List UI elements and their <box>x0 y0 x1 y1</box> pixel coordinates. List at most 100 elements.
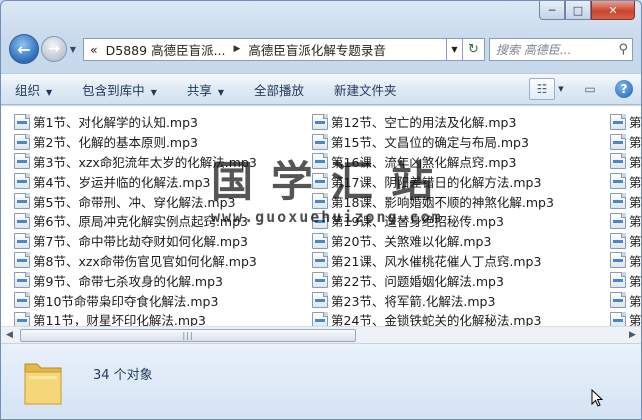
play-all-button[interactable]: 全部播放 <box>254 80 304 99</box>
file-item[interactable]: 第10节命带枭印夺食化解法.mp3 <box>14 290 257 310</box>
view-options-dropdown[interactable]: ▼ <box>555 78 567 100</box>
change-view-button[interactable]: ☷ <box>529 78 555 100</box>
close-button[interactable]: ✕ <box>591 1 635 20</box>
file-item[interactable]: 第18课、影响婚姻不顺的神煞化解.mp3 <box>312 191 554 211</box>
help-button[interactable]: ? <box>615 80 633 98</box>
file-item[interactable]: 第 <box>610 152 641 172</box>
new-folder-button[interactable]: 新建文件夹 <box>334 80 397 99</box>
file-name: 第10节命带枭印夺食化解法.mp3 <box>33 293 219 309</box>
mp3-file-icon <box>14 232 30 249</box>
file-item[interactable]: 第15节、文昌位的确定与布局.mp3 <box>312 132 554 152</box>
address-overflow-icon[interactable]: « <box>90 42 98 57</box>
file-item[interactable]: 第21课、风水催桃花催人丁点窍.mp3 <box>312 251 554 271</box>
preview-pane-button[interactable]: ▭ <box>579 78 601 100</box>
file-name: 第21课、风水催桃花催人丁点窍.mp3 <box>331 253 542 269</box>
file-item[interactable]: 第16课、流年凶煞化解点窍.mp3 <box>312 152 554 172</box>
organize-menu[interactable]: 组织 ▼ <box>15 80 52 99</box>
file-name: 第6节、原局冲克化解实例点起窍.mp3 <box>33 214 248 230</box>
file-name: 第 <box>629 313 641 326</box>
search-placeholder: 搜索 高德臣... <box>496 42 572 57</box>
file-item[interactable]: 第11节，财星坏印化解法.mp3 <box>14 310 257 326</box>
file-item[interactable]: 第 <box>610 191 641 211</box>
file-item[interactable]: 第2节、化解的基本原则.mp3 <box>14 132 257 152</box>
help-icon: ? <box>620 82 628 96</box>
chevron-down-icon: ▼ <box>69 44 77 54</box>
file-item[interactable]: 第24节、金锁铁蛇关的化解秘法.mp3 <box>312 310 554 326</box>
address-bar[interactable]: « D5889 高德臣盲派... ▶ 高德臣盲派化解专题录音 <box>83 37 447 61</box>
file-name: 第9节、命带七杀攻身的化解.mp3 <box>33 273 223 289</box>
scroll-left-icon[interactable]: ◀ <box>1 327 18 344</box>
search-input[interactable]: 搜索 高德臣... ⚲ <box>489 37 633 61</box>
maximize-button[interactable]: □ <box>565 1 591 20</box>
file-name: 第16课、流年凶煞化解点窍.mp3 <box>331 154 517 170</box>
file-item[interactable]: 第6节、原局冲克化解实例点起窍.mp3 <box>14 211 257 231</box>
mp3-file-icon <box>312 193 328 210</box>
file-name: 第3节、xzx命犯流年太岁的化解法.mp3 <box>33 154 257 170</box>
scroll-right-icon[interactable]: ▶ <box>624 327 641 344</box>
file-item[interactable]: 第8节、xzx命带伤官见官如何化解.mp3 <box>14 251 257 271</box>
file-item[interactable]: 第20节、关煞难以化解.mp3 <box>312 231 554 251</box>
breadcrumb-separator-icon[interactable]: ▶ <box>234 44 241 54</box>
mp3-file-icon <box>610 311 626 326</box>
file-item[interactable]: 第4节、岁运并临的化解法.mp3 <box>14 171 257 191</box>
chevron-down-icon: ▼ <box>217 87 225 97</box>
file-name: 第19课、送替身绝招秘传.mp3 <box>331 214 504 230</box>
file-item[interactable]: 第 <box>610 132 641 152</box>
forward-arrow-icon: → <box>48 41 60 57</box>
share-menu[interactable]: 共享 ▼ <box>187 80 224 99</box>
file-item[interactable]: 第1节、对化解学的认知.mp3 <box>14 112 257 132</box>
mp3-file-icon <box>14 292 30 309</box>
file-item[interactable]: 第 <box>610 270 641 290</box>
file-item[interactable]: 第19课、送替身绝招秘传.mp3 <box>312 211 554 231</box>
file-item[interactable]: 第 <box>610 290 641 310</box>
file-item[interactable]: 第12节、空亡的用法及化解.mp3 <box>312 112 554 132</box>
mp3-file-icon <box>610 252 626 269</box>
mp3-file-icon <box>312 292 328 309</box>
mp3-file-icon <box>14 113 30 130</box>
file-name: 第7节、命中带比劫夺财如何化解.mp3 <box>33 234 248 250</box>
file-item[interactable]: 第 <box>610 211 641 231</box>
refresh-button[interactable]: ↻ <box>463 37 485 61</box>
file-name: 第 <box>629 214 641 230</box>
address-dropdown-button[interactable]: ▼ <box>447 37 463 61</box>
file-item[interactable]: 第 <box>610 231 641 251</box>
file-name: 第 <box>629 115 641 131</box>
organize-label: 组织 <box>15 82 41 98</box>
file-item[interactable]: 第 <box>610 112 641 132</box>
file-item[interactable]: 第3节、xzx命犯流年太岁的化解法.mp3 <box>14 152 257 172</box>
file-name: 第17课、阴阳差错日的化解方法.mp3 <box>331 174 542 190</box>
item-count: 34 个对象 <box>93 368 153 383</box>
breadcrumb-parent[interactable]: D5889 高德臣盲派... <box>106 40 226 59</box>
file-item[interactable]: 第 <box>610 310 641 326</box>
horizontal-scrollbar[interactable]: ◀ ||| ▶ <box>1 326 641 343</box>
mp3-file-icon <box>610 272 626 289</box>
file-name: 第20节、关煞难以化解.mp3 <box>331 234 492 250</box>
recent-pages-button[interactable]: ▼ <box>67 39 79 59</box>
include-in-library-menu[interactable]: 包含到库中 ▼ <box>82 80 157 99</box>
mp3-file-icon <box>312 252 328 269</box>
forward-button[interactable]: → <box>41 36 67 62</box>
mp3-file-icon <box>610 153 626 170</box>
back-button[interactable]: ← <box>9 34 39 64</box>
file-item[interactable]: 第7节、命中带比劫夺财如何化解.mp3 <box>14 231 257 251</box>
minimize-button[interactable]: ─ <box>539 1 565 20</box>
breadcrumb-current[interactable]: 高德臣盲派化解专题录音 <box>248 40 386 59</box>
file-item[interactable]: 第 <box>610 171 641 191</box>
file-item[interactable]: 第22节、问题婚姻化解法.mp3 <box>312 270 554 290</box>
scrollbar-thumb[interactable]: ||| <box>20 328 356 342</box>
file-name: 第11节，财星坏印化解法.mp3 <box>33 313 206 326</box>
file-item[interactable]: 第17课、阴阳差错日的化解方法.mp3 <box>312 171 554 191</box>
search-icon[interactable]: ⚲ <box>618 42 628 57</box>
scrollbar-track[interactable]: ||| <box>18 327 624 344</box>
mp3-file-icon <box>610 113 626 130</box>
mp3-file-icon <box>312 272 328 289</box>
file-item[interactable]: 第9节、命带七杀攻身的化解.mp3 <box>14 270 257 290</box>
file-list-view[interactable]: 第1节、对化解学的认知.mp3 第2节、化解的基本原则.mp3 第3节、xzx命犯流… <box>1 106 641 326</box>
file-item[interactable]: 第23节、将军箭.化解法.mp3 <box>312 290 554 310</box>
scrollbar-grip-icon: ||| <box>182 330 194 340</box>
file-item[interactable]: 第 <box>610 251 641 271</box>
file-name: 第18课、影响婚姻不顺的神煞化解.mp3 <box>331 194 554 210</box>
file-item[interactable]: 第5节、命带刑、冲、穿化解法.mp3 <box>14 191 257 211</box>
chevron-down-icon: ▼ <box>46 87 53 97</box>
mp3-file-icon <box>14 252 30 269</box>
